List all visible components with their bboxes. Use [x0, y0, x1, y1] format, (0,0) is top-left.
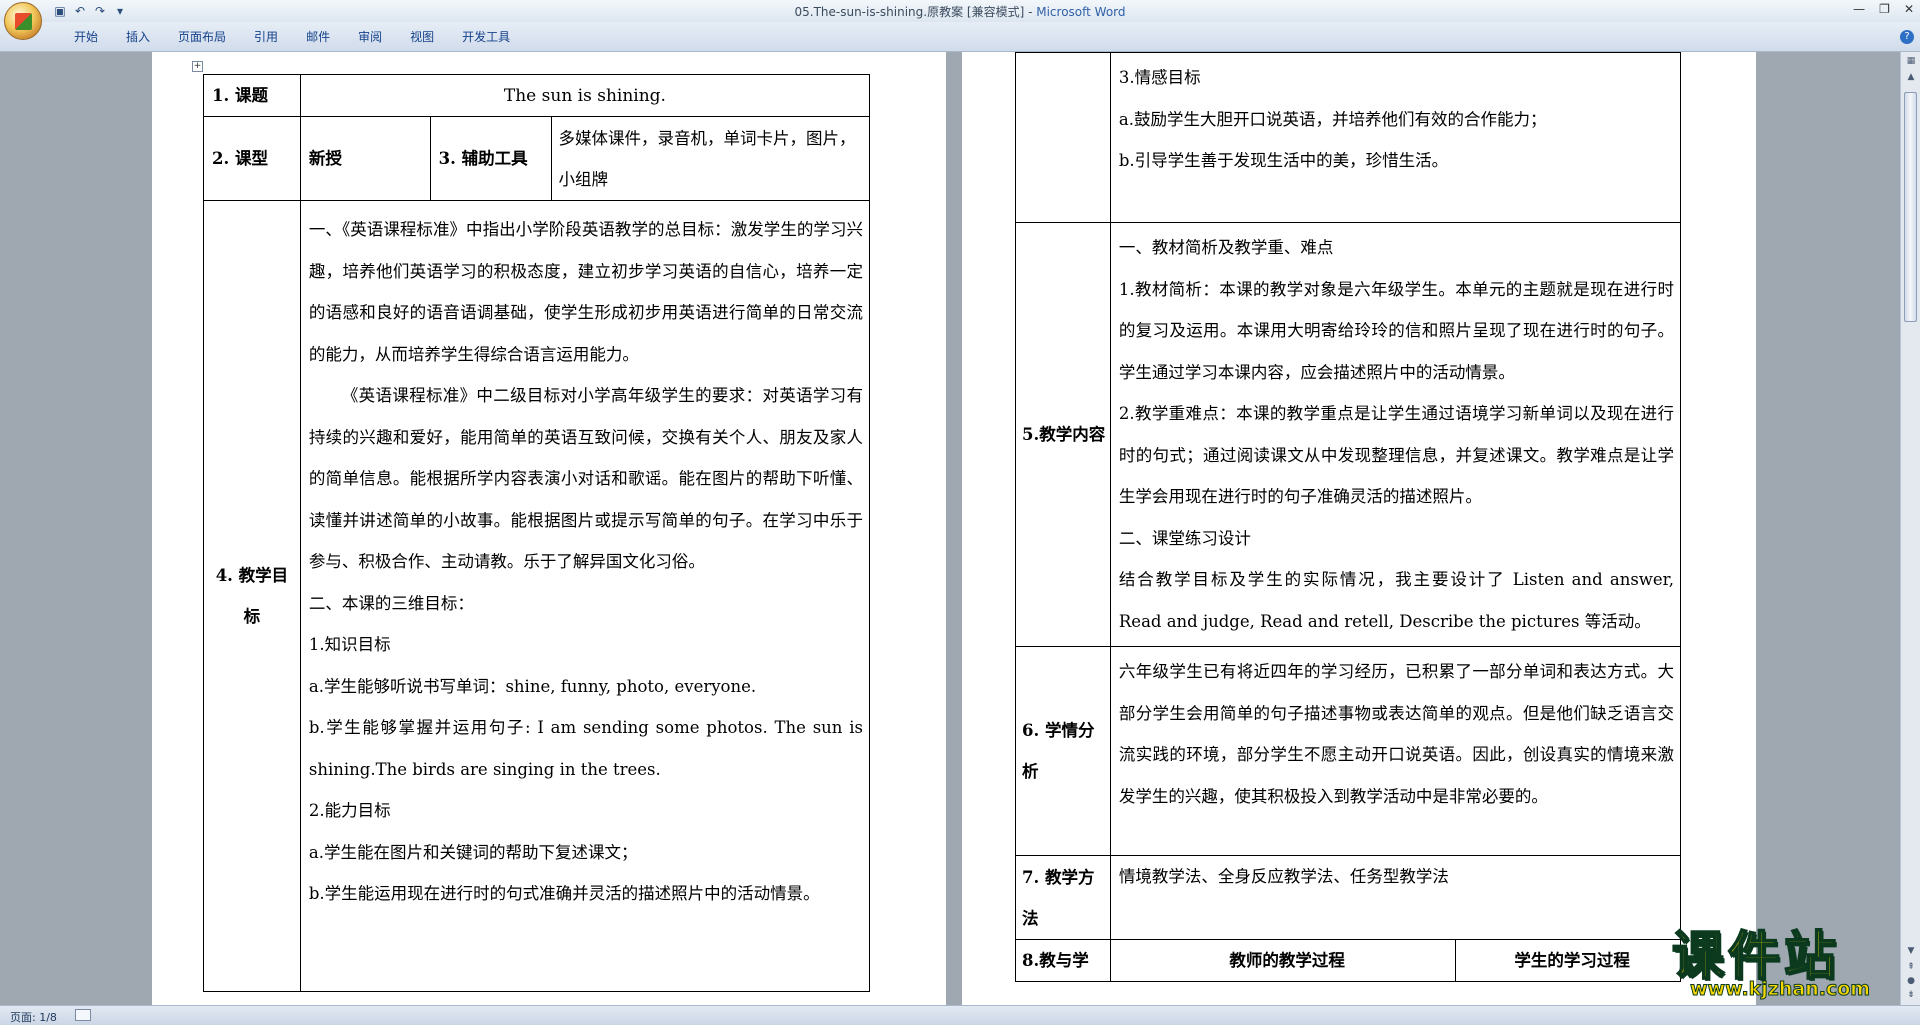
ribbon: 开始 插入 页面布局 引用 邮件 审阅 视图 开发工具 ? [0, 22, 1920, 52]
content-heading: 二、课堂练习设计 [1118, 528, 1251, 548]
affective-item: a.鼓励学生大胆开口说英语，并培养他们有效的合作能力； [1118, 109, 1547, 129]
objectives-item: b.学生能够掌握并运用句子: I am sending some photos.… [308, 718, 863, 779]
aids-value[interactable]: 多媒体课件，录音机，单词卡片，图片，小组牌 [551, 116, 870, 201]
tab-references[interactable]: 引用 [240, 30, 292, 44]
site-watermark-logo: 课件站 www.kjzhan.com [1668, 927, 1908, 1001]
content-paragraph: 1.教材简析：本课的教学对象是六年级学生。本单元的主题就是现在进行时的复习及运用… [1118, 279, 1674, 382]
affective-item: b.引导学生善于发现生活中的美，珍惜生活。 [1118, 151, 1449, 170]
tab-review[interactable]: 审阅 [344, 30, 396, 44]
table-row: 8.教与学 教师的教学过程 学生的学习过程 [1015, 939, 1681, 982]
empty-label-cell [1015, 52, 1111, 223]
teacher-process-header: 教师的教学过程 [1109, 939, 1457, 982]
scroll-up-icon[interactable]: ▲ [1903, 70, 1919, 84]
table-row: 3.情感目标 a.鼓励学生大胆开口说英语，并培养他们有效的合作能力； b.引导学… [1015, 52, 1682, 223]
tab-home[interactable]: 开始 [60, 30, 112, 44]
window-controls: — ❐ ✕ [1853, 2, 1914, 16]
title-bar: ▣ ↶ ↷ ▾ 05.The-sun-is-shining.原教案 [兼容模式]… [0, 0, 1920, 22]
table-row: 7. 教学方法 情境教学法、全身反应教学法、任务型教学法 [1015, 855, 1682, 940]
methods-text[interactable]: 情境教学法、全身反应教学法、任务型教学法 [1109, 855, 1682, 940]
content-paragraph: 2.教学重难点：本课的教学重点是让学生通过语境学习新单词以及现在进行时的句式；通… [1118, 404, 1674, 506]
methods-label: 7. 教学方法 [1015, 855, 1111, 940]
help-icon[interactable]: ? [1900, 30, 1914, 44]
objectives-item: a.学生能在图片和关键词的帮助下复述课文； [308, 842, 638, 862]
status-bar: 页面: 1/8 [0, 1005, 1920, 1025]
app-name: Microsoft Word [1036, 5, 1126, 19]
content-paragraph: 结合教学目标及学生的实际情况，我主要设计了 Listen and answer,… [1118, 570, 1674, 631]
minimize-icon[interactable]: — [1853, 2, 1865, 16]
affective-heading: 3.情感目标 [1118, 68, 1201, 87]
objectives-item: b.学生能运用现在进行时的句式准确并灵活的描述照片中的活动情景。 [308, 884, 820, 903]
table-row: 4. 教学目标 一、《英语课程标准》中指出小学阶段英语教学的总目标：激发学生的学… [203, 200, 871, 992]
vertical-scrollbar[interactable]: ▦ ▲ ▼ ⇞ ● ⇟ [1900, 52, 1920, 1005]
tab-view[interactable]: 视图 [396, 30, 448, 44]
content-label: 5.教学内容 [1015, 222, 1111, 647]
office-logo-icon [15, 13, 32, 30]
document-name: 05.The-sun-is-shining.原教案 [兼容模式] - [794, 5, 1037, 19]
table-row: 1. 课题 The sun is shining. [203, 74, 871, 117]
objectives-content[interactable]: 一、《英语课程标准》中指出小学阶段英语教学的总目标：激发学生的学习兴趣，培养他们… [299, 200, 871, 992]
objectives-label: 4. 教学目标 [203, 200, 301, 992]
ribbon-tabs: 开始 插入 页面布局 引用 邮件 审阅 视图 开发工具 [60, 30, 524, 44]
objectives-paragraph: 一、《英语课程标准》中指出小学阶段英语教学的总目标：激发学生的学习兴趣，培养他们… [308, 220, 863, 364]
student-process-header: 学生的学习过程 [1455, 939, 1681, 982]
tab-page-layout[interactable]: 页面布局 [164, 30, 240, 44]
objectives-paragraph: 《英语课程标准》中二级目标对小学高年级学生的要求：对英语学习有持续的兴趣和爱好，… [308, 386, 863, 571]
scrollbar-thumb[interactable] [1904, 92, 1917, 322]
type-label: 2. 课型 [203, 116, 301, 201]
tab-developer[interactable]: 开发工具 [448, 30, 524, 44]
teaching-learning-label: 8.教与学 [1015, 939, 1111, 982]
table-move-handle-icon[interactable]: + [192, 61, 203, 72]
topic-label: 1. 课题 [203, 74, 301, 117]
watermark-url: www.kjzhan.com [1689, 978, 1871, 1001]
tab-mailings[interactable]: 邮件 [292, 30, 344, 44]
tab-insert[interactable]: 插入 [112, 30, 164, 44]
table-row: 5.教学内容 一、教材简析及教学重、难点 1.教材简析：本课的教学对象是六年级学… [1015, 222, 1682, 647]
lesson-table-page2: 3.情感目标 a.鼓励学生大胆开口说英语，并培养他们有效的合作能力； b.引导学… [1015, 52, 1682, 982]
content-heading: 一、教材简析及教学重、难点 [1118, 238, 1334, 257]
objectives-subheading: 2.能力目标 [308, 801, 391, 820]
affective-objectives[interactable]: 3.情感目标 a.鼓励学生大胆开口说英语，并培养他们有效的合作能力； b.引导学… [1109, 52, 1682, 223]
close-icon[interactable]: ✕ [1904, 2, 1914, 16]
lesson-table-page1: 1. 课题 The sun is shining. 2. 课型 新授 3. 辅助… [203, 74, 871, 992]
proofing-icon[interactable] [75, 1009, 91, 1021]
type-value[interactable]: 新授 [299, 116, 431, 201]
topic-value[interactable]: The sun is shining. [299, 74, 871, 117]
office-button[interactable] [4, 2, 42, 40]
table-row: 2. 课型 新授 3. 辅助工具 多媒体课件，录音机，单词卡片，图片，小组牌 [203, 116, 870, 201]
content-text[interactable]: 一、教材简析及教学重、难点 1.教材简析：本课的教学对象是六年级学生。本单元的主… [1109, 222, 1682, 647]
objectives-subheading: 1.知识目标 [308, 635, 391, 654]
learner-analysis-label: 6. 学情分析 [1015, 646, 1111, 856]
page-indicator[interactable]: 页面: 1/8 [10, 1009, 57, 1025]
learner-analysis-text[interactable]: 六年级学生已有将近四年的学习经历，已积累了一部分单词和表达方式。大部分学生会用简… [1109, 646, 1682, 856]
objectives-item: a.学生能够听说书写单词：shine, funny, photo, everyo… [308, 676, 757, 696]
ruler-toggle-icon[interactable]: ▦ [1903, 54, 1919, 68]
maximize-icon[interactable]: ❐ [1879, 2, 1890, 16]
window-title: 05.The-sun-is-shining.原教案 [兼容模式] - Micro… [0, 3, 1920, 20]
aids-label: 3. 辅助工具 [429, 116, 553, 201]
table-row: 6. 学情分析 六年级学生已有将近四年的学习经历，已积累了一部分单词和表达方式。… [1015, 646, 1682, 856]
objectives-heading: 二、本课的三维目标： [308, 593, 474, 613]
